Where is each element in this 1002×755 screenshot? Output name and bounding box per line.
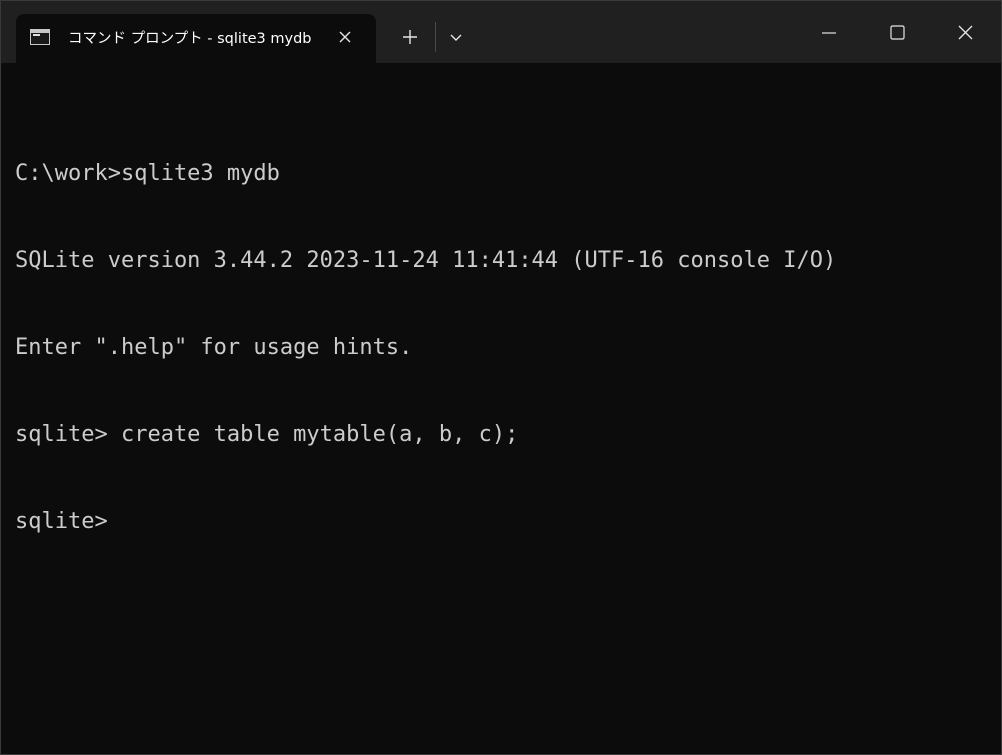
close-icon: [339, 31, 351, 43]
maximize-button[interactable]: [863, 1, 931, 63]
tab-separator: [435, 22, 436, 52]
terminal-prompt-line: sqlite>: [15, 509, 108, 534]
plus-icon: [403, 30, 417, 44]
console-icon: [30, 29, 50, 45]
terminal-line: Enter ".help" for usage hints.: [15, 335, 413, 360]
terminal-output[interactable]: C:\work>sqlite3 mydb SQLite version 3.44…: [15, 101, 995, 594]
maximize-icon: [890, 25, 905, 40]
tab-dropdown-button[interactable]: [441, 22, 471, 52]
terminal-line: sqlite> create table mytable(a, b, c);: [15, 422, 519, 447]
title-bar[interactable]: コマンド プロンプト - sqlite3 mydb: [1, 1, 1001, 63]
close-icon: [958, 25, 973, 40]
tab-command-prompt[interactable]: コマンド プロンプト - sqlite3 mydb: [16, 14, 376, 63]
terminal-line: C:\work>sqlite3 mydb: [15, 161, 280, 186]
tab-title: コマンド プロンプト - sqlite3 mydb: [68, 31, 312, 47]
chevron-down-icon: [450, 34, 462, 41]
terminal-window: コマンド プロンプト - sqlite3 mydb C:\work>sqlite…: [0, 0, 1002, 755]
close-tab-button[interactable]: [331, 23, 359, 51]
new-tab-button[interactable]: [393, 22, 427, 52]
minimize-icon: [822, 32, 836, 34]
minimize-button[interactable]: [795, 1, 863, 63]
terminal-line: SQLite version 3.44.2 2023-11-24 11:41:4…: [15, 248, 837, 273]
close-window-button[interactable]: [931, 1, 999, 63]
